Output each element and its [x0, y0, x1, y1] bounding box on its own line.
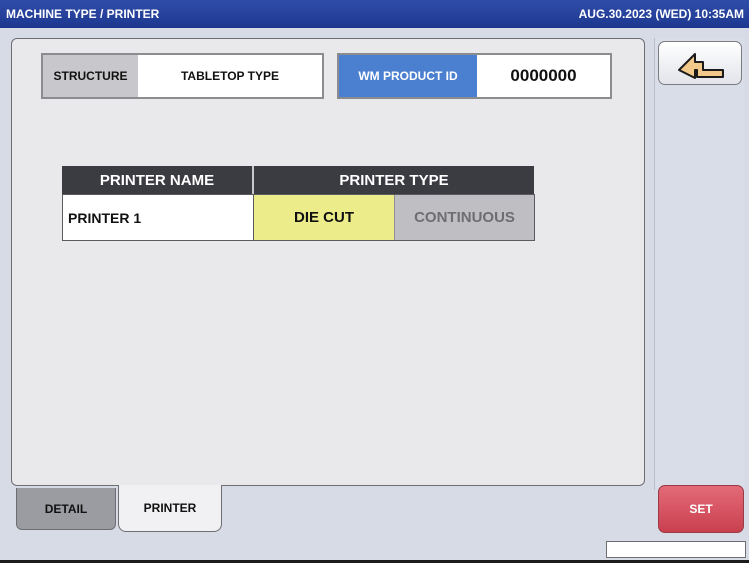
right-button-column [654, 38, 744, 490]
set-button[interactable]: SET [658, 485, 744, 533]
die-cut-option[interactable]: DIE CUT [254, 195, 395, 240]
screen-title: MACHINE TYPE / PRINTER [6, 7, 160, 21]
date-time: AUG.30.2023 (WED) 10:35AM [578, 7, 744, 21]
tab-printer-label: PRINTER [143, 501, 197, 515]
printer-table-header: PRINTER NAME PRINTER TYPE [62, 166, 535, 194]
tab-printer[interactable]: PRINTER [118, 485, 222, 532]
tab-detail[interactable]: DETAIL [16, 488, 116, 530]
status-field [606, 541, 746, 558]
wm-product-id-label: WM PRODUCT ID [339, 55, 477, 97]
printer-name-cell: PRINTER 1 [63, 195, 254, 240]
continuous-option[interactable]: CONTINUOUS [395, 195, 534, 240]
structure-box: STRUCTURE TABLETOP TYPE [41, 53, 324, 99]
wm-product-id-value[interactable]: 0000000 [477, 55, 610, 97]
main-panel [11, 38, 645, 486]
tab-detail-label: DETAIL [44, 501, 88, 516]
printer-name-header: PRINTER NAME [62, 166, 254, 194]
printer-type-header: PRINTER TYPE [254, 166, 534, 194]
wm-product-id-box: WM PRODUCT ID 0000000 [337, 53, 612, 99]
structure-label: STRUCTURE [43, 55, 138, 97]
table-row: PRINTER 1 DIE CUT CONTINUOUS [62, 194, 535, 241]
printer-table: PRINTER NAME PRINTER TYPE PRINTER 1 DIE … [62, 166, 535, 241]
title-bar: MACHINE TYPE / PRINTER AUG.30.2023 (WED)… [0, 0, 749, 28]
return-arrow-icon [678, 53, 724, 79]
structure-value[interactable]: TABLETOP TYPE [138, 55, 322, 97]
back-button[interactable] [658, 41, 742, 85]
